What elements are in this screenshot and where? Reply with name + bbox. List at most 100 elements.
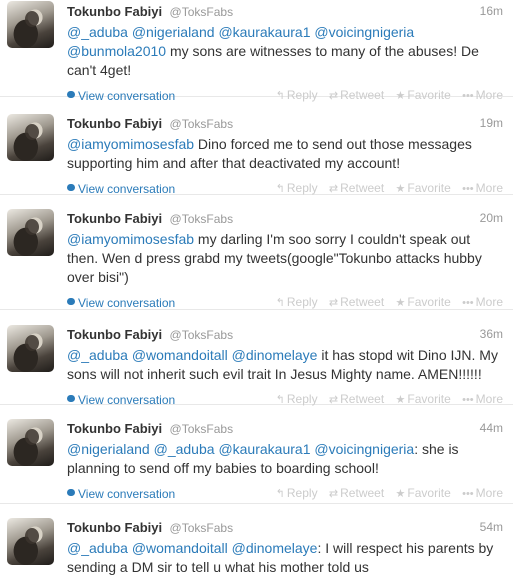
timestamp[interactable]: 54m — [480, 519, 503, 536]
avatar[interactable] — [7, 419, 54, 466]
tweet-header: Tokunbo Fabiyi @ToksFabs 16m — [67, 3, 503, 20]
reply-arrow-icon: ↰ — [275, 488, 285, 500]
retweet-icon: ⇄ — [328, 297, 339, 309]
avatar[interactable] — [7, 209, 54, 256]
avatar[interactable] — [7, 518, 54, 565]
mention-link[interactable]: @iamyomimosesfab — [67, 231, 194, 247]
tweet-text: @_aduba @womandoitall @dinomelaye it has… — [67, 346, 503, 384]
speech-bubble-icon — [67, 395, 75, 402]
tweet[interactable]: Tokunbo Fabiyi @ToksFabs 36m @_aduba @wo… — [0, 310, 513, 407]
tweet-header: Tokunbo Fabiyi @ToksFabs 36m — [67, 326, 503, 343]
author-handle[interactable]: @ToksFabs — [170, 328, 234, 342]
mention-link[interactable]: @dinomelaye — [232, 540, 318, 556]
favorite-label: Favorite — [407, 392, 451, 406]
ellipsis-icon: ••• — [462, 183, 474, 195]
author-name[interactable]: Tokunbo Fabiyi — [67, 116, 162, 131]
tweet-footer: View conversation ↰ Reply ⇄ Retweet ★ Favor… — [67, 484, 503, 502]
author-name[interactable]: Tokunbo Fabiyi — [67, 4, 162, 19]
mention-link[interactable]: @_aduba — [67, 24, 128, 40]
more-label: More — [475, 392, 503, 406]
mention-link[interactable]: @voicingnigeria — [314, 441, 414, 457]
retweet-label: Retweet — [340, 486, 385, 500]
timestamp[interactable]: 19m — [480, 115, 503, 132]
reply-arrow-icon: ↰ — [275, 297, 285, 309]
tweet[interactable]: Tokunbo Fabiyi @ToksFabs 16m @_aduba @ni… — [0, 0, 513, 103]
mention-link[interactable]: @womandoitall — [132, 540, 228, 556]
retweet-icon: ⇄ — [328, 488, 339, 500]
reply-label: Reply — [286, 486, 318, 500]
view-conversation-link[interactable]: View conversation — [67, 485, 175, 503]
speech-bubble-icon — [67, 184, 75, 191]
star-icon: ★ — [395, 183, 406, 195]
reply-label: Reply — [286, 392, 318, 406]
tweet-text: @_aduba @womandoitall @dinomelaye: I wil… — [67, 539, 503, 577]
tweet-header: Tokunbo Fabiyi @ToksFabs 20m — [67, 210, 503, 227]
retweet-label: Retweet — [340, 295, 385, 309]
timeline: Tokunbo Fabiyi @ToksFabs 16m @_aduba @ni… — [0, 0, 513, 584]
tweet[interactable]: Tokunbo Fabiyi @ToksFabs 44m @nigerialan… — [0, 405, 513, 504]
timestamp[interactable]: 16m — [480, 3, 503, 20]
retweet-button[interactable]: ⇄ Retweet — [329, 484, 384, 503]
mention-link[interactable]: @_aduba — [154, 441, 215, 457]
mention-link[interactable]: @womandoitall — [132, 347, 228, 363]
author-handle[interactable]: @ToksFabs — [170, 422, 234, 436]
tweet[interactable]: Tokunbo Fabiyi @ToksFabs 19m @iamyomimos… — [0, 97, 513, 196]
mention-link[interactable]: @_aduba — [67, 540, 128, 556]
author-handle[interactable]: @ToksFabs — [170, 117, 234, 131]
mention-link[interactable]: @iamyomimosesfab — [67, 136, 194, 152]
favorite-label: Favorite — [407, 181, 451, 195]
tweet-actions: ↰ Reply ⇄ Retweet ★ Favorite ••• More — [268, 484, 503, 503]
more-label: More — [475, 486, 503, 500]
author-name[interactable]: Tokunbo Fabiyi — [67, 421, 162, 436]
tweet-text: @_aduba @nigerialand @kaurakaura1 @voici… — [67, 23, 503, 80]
timestamp[interactable]: 44m — [480, 420, 503, 437]
speech-bubble-icon — [67, 298, 75, 305]
author-name[interactable]: Tokunbo Fabiyi — [67, 520, 162, 535]
retweet-label: Retweet — [340, 181, 385, 195]
avatar[interactable] — [7, 1, 54, 48]
mention-link[interactable]: @nigerialand — [67, 441, 150, 457]
favorite-label: Favorite — [407, 295, 451, 309]
ellipsis-icon: ••• — [462, 488, 474, 500]
reply-label: Reply — [286, 295, 318, 309]
reply-arrow-icon: ↰ — [275, 183, 285, 195]
star-icon: ★ — [395, 297, 406, 309]
tweet-text: @iamyomimosesfab my darling I'm soo sorr… — [67, 230, 503, 287]
tweet-header: Tokunbo Fabiyi @ToksFabs 19m — [67, 115, 503, 132]
view-conversation-label: View conversation — [78, 486, 176, 501]
retweet-label: Retweet — [340, 392, 385, 406]
avatar[interactable] — [7, 114, 54, 161]
tweet-text: @nigerialand @_aduba @kaurakaura1 @voici… — [67, 440, 503, 478]
star-icon: ★ — [395, 488, 406, 500]
author-name[interactable]: Tokunbo Fabiyi — [67, 327, 162, 342]
mention-link[interactable]: @kaurakaura1 — [218, 441, 310, 457]
reply-button[interactable]: ↰ Reply — [276, 484, 318, 503]
timestamp[interactable]: 20m — [480, 210, 503, 227]
author-handle[interactable]: @ToksFabs — [170, 5, 234, 19]
mention-link[interactable]: @voicingnigeria — [314, 24, 414, 40]
author-handle[interactable]: @ToksFabs — [170, 521, 234, 535]
mention-link[interactable]: @nigerialand — [132, 24, 215, 40]
favorite-label: Favorite — [407, 486, 451, 500]
view-conversation-label: View conversation — [78, 295, 176, 310]
mention-link[interactable]: @_aduba — [67, 347, 128, 363]
retweet-icon: ⇄ — [328, 183, 339, 195]
mention-link[interactable]: @kaurakaura1 — [218, 24, 310, 40]
avatar[interactable] — [7, 325, 54, 372]
favorite-button[interactable]: ★ Favorite — [396, 484, 451, 503]
reply-label: Reply — [286, 181, 318, 195]
tweet-header: Tokunbo Fabiyi @ToksFabs 44m — [67, 420, 503, 437]
ellipsis-icon: ••• — [462, 297, 474, 309]
mention-link[interactable]: @bunmola2010 — [67, 43, 166, 59]
tweet[interactable]: Tokunbo Fabiyi @ToksFabs 54m @_aduba @wo… — [0, 504, 513, 584]
timestamp[interactable]: 36m — [480, 326, 503, 343]
more-button[interactable]: ••• More — [462, 484, 503, 503]
tweet[interactable]: Tokunbo Fabiyi @ToksFabs 20m @iamyomimos… — [0, 195, 513, 310]
more-label: More — [475, 295, 503, 309]
author-handle[interactable]: @ToksFabs — [170, 212, 234, 226]
author-name[interactable]: Tokunbo Fabiyi — [67, 211, 162, 226]
mention-link[interactable]: @dinomelaye — [232, 347, 318, 363]
more-label: More — [475, 181, 503, 195]
tweet-footer: View conversation ↰ Reply ⇄ Retweet ★ Favor… — [67, 293, 503, 311]
view-conversation-link[interactable]: View conversation — [67, 294, 175, 312]
